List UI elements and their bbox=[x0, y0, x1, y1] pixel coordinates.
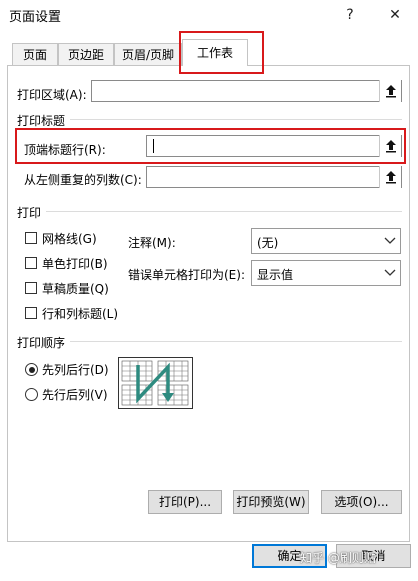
print-area-input[interactable] bbox=[91, 80, 402, 102]
collapse-dialog-icon[interactable] bbox=[379, 166, 401, 188]
print-area-label: 打印区域(A): bbox=[17, 88, 87, 102]
tab-header-footer[interactable]: 页眉/页脚 bbox=[114, 43, 182, 66]
group-divider bbox=[70, 119, 402, 120]
rows-highlight-box bbox=[15, 128, 406, 164]
cols-to-repeat-label: 从左侧重复的列数(C): bbox=[24, 173, 142, 187]
page-order-group-label: 打印顺序 bbox=[17, 336, 66, 350]
cols-to-repeat-input[interactable] bbox=[146, 166, 402, 188]
over-then-down-radio[interactable] bbox=[25, 388, 38, 401]
row-col-headings-label: 行和列标题(L) bbox=[42, 307, 119, 321]
comments-value: (无) bbox=[257, 236, 279, 250]
gridlines-checkbox[interactable] bbox=[25, 232, 37, 244]
close-button[interactable]: ✕ bbox=[385, 4, 405, 26]
cell-errors-select[interactable]: 显示值 bbox=[251, 260, 401, 286]
group-divider bbox=[70, 341, 402, 342]
down-then-over-radio[interactable] bbox=[25, 363, 38, 376]
comments-select[interactable]: (无) bbox=[251, 228, 401, 254]
print-preview-button[interactable]: 打印预览(W) bbox=[233, 490, 309, 514]
print-titles-group-label: 打印标题 bbox=[17, 114, 66, 128]
black-and-white-checkbox[interactable] bbox=[25, 257, 37, 269]
black-and-white-label: 单色打印(B) bbox=[42, 257, 108, 271]
tab-highlight-box bbox=[179, 31, 264, 74]
cell-errors-label: 错误单元格打印为(E): bbox=[128, 268, 245, 282]
print-group-label: 打印 bbox=[17, 206, 42, 220]
tab-page[interactable]: 页面 bbox=[12, 43, 58, 66]
down-then-over-label: 先列后行(D) bbox=[42, 363, 109, 377]
cell-errors-value: 显示值 bbox=[257, 268, 294, 282]
group-divider bbox=[46, 211, 402, 212]
options-button[interactable]: 选项(O)... bbox=[321, 490, 402, 514]
help-button[interactable]: ? bbox=[340, 4, 360, 26]
chevron-down-icon bbox=[380, 229, 400, 253]
gridlines-label: 网格线(G) bbox=[42, 232, 97, 246]
comments-label: 注释(M): bbox=[128, 236, 176, 250]
tab-margins[interactable]: 页边距 bbox=[58, 43, 114, 66]
page-order-diagram bbox=[118, 357, 193, 409]
row-col-headings-checkbox[interactable] bbox=[25, 307, 37, 319]
collapse-dialog-icon[interactable] bbox=[379, 80, 401, 102]
print-button[interactable]: 打印(P)... bbox=[148, 490, 222, 514]
draft-quality-label: 草稿质量(Q) bbox=[42, 282, 109, 296]
chevron-down-icon bbox=[380, 261, 400, 285]
over-then-down-label: 先行后列(V) bbox=[42, 388, 108, 402]
dialog-title: 页面设置 bbox=[9, 10, 62, 25]
watermark-text: 知乎 @刷则贴 bbox=[300, 551, 376, 565]
draft-quality-checkbox[interactable] bbox=[25, 282, 37, 294]
